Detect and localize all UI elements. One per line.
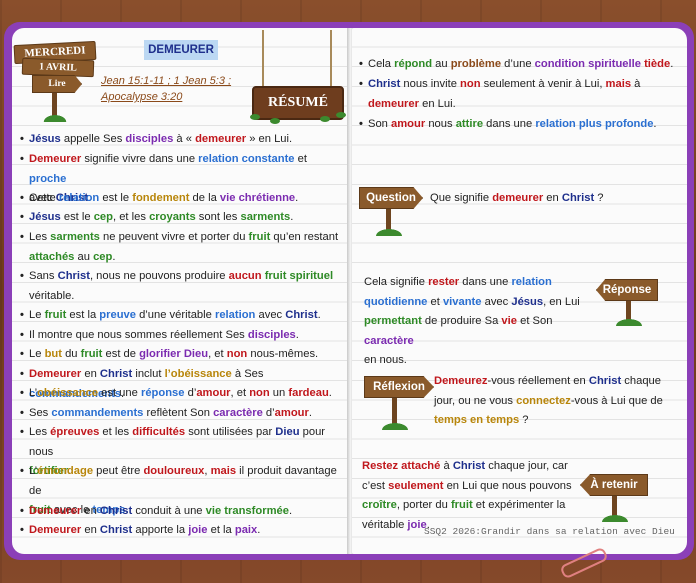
- left-bullet-1: Jésus appelle Ses disciples à « demeurer…: [20, 130, 341, 150]
- grass-icon: [42, 114, 68, 122]
- refs-line-1[interactable]: Jean 15:1-11 ; 1 Jean 5:3 ;: [101, 73, 231, 89]
- right-bullet-1: Cela répond au problème d’une condition …: [359, 55, 686, 75]
- date-sign: 1 AVRIL: [21, 57, 95, 78]
- grass-icon: [614, 318, 644, 326]
- retenir-text: Restez attaché à Christ chaque jour, car…: [362, 460, 572, 531]
- resume-sign: RÉSUMÉ: [252, 86, 344, 120]
- leaf-icon: [336, 112, 346, 118]
- reflexion-sign: Réflexion: [364, 376, 434, 398]
- left-bullet-16: Demeurer en Christ apporte la joie et la…: [20, 521, 341, 541]
- bible-references[interactable]: Jean 15:1-11 ; 1 Jean 5:3 ; Apocalypse 3…: [101, 73, 231, 105]
- left-bullet-3: Cette relation est le fondement de la vi…: [20, 189, 341, 209]
- read-sign: Lire: [32, 75, 82, 93]
- rope-left: [262, 30, 264, 88]
- left-bullet-5: Les sarments ne peuvent vivre et porter …: [20, 228, 341, 267]
- question-sign: Question: [359, 187, 423, 209]
- refs-line-2[interactable]: Apocalypse 3:20: [101, 89, 231, 105]
- rope-right: [330, 30, 332, 88]
- footer-caption: SSQ2 2026:Grandir dans sa relation avec …: [424, 526, 675, 537]
- left-bullet-4: Jésus est le cep, et les croyants sont l…: [20, 208, 341, 228]
- page-title: DEMEURER: [144, 40, 218, 60]
- grass-icon: [374, 228, 404, 236]
- leaf-icon: [250, 114, 260, 120]
- left-bullet-6: Sans Christ, nous ne pouvons produire au…: [20, 267, 341, 306]
- right-bullet-2: Christ nous invite non seulement à venir…: [359, 75, 686, 114]
- retenir-sign: À retenir: [580, 474, 648, 496]
- left-bullet-12: Ses commandements reflètent Son caractèr…: [20, 404, 341, 424]
- left-bullet-8: Il montre que nous sommes réellement Ses…: [20, 326, 341, 346]
- grass-icon: [600, 514, 630, 522]
- grass-icon: [380, 422, 410, 430]
- leaf-icon: [320, 116, 330, 122]
- left-bullet-11: L’obéissance est une réponse d’amour, et…: [20, 384, 341, 404]
- reponse-text: Cela signifie rester dans une relation qu…: [364, 276, 580, 366]
- question-text: Que signifie demeurer en Christ ?: [430, 192, 604, 204]
- leaf-icon: [270, 118, 280, 124]
- left-bullet-7: Le fruit est la preuve d’une véritable r…: [20, 306, 341, 326]
- right-bullet-3: Son amour nous attire dans une relation …: [359, 115, 686, 135]
- reflexion-text: Demeurez-vous réellement en Christ chaqu…: [434, 375, 663, 426]
- reponse-sign: Réponse: [596, 279, 658, 301]
- left-bullet-15: Demeurer en Christ conduit à une vie tra…: [20, 502, 341, 522]
- left-bullet-9: Le but du fruit est de glorifier Dieu, e…: [20, 345, 341, 365]
